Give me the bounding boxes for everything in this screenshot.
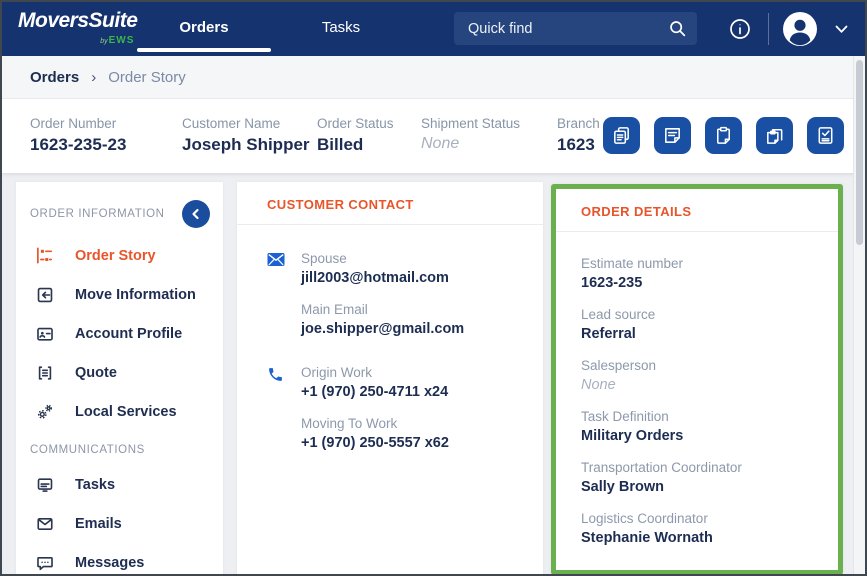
field-task-definition: Task Definition Military Orders	[581, 409, 828, 444]
tab-tasks-label: Tasks	[322, 19, 360, 36]
search-icon[interactable]	[668, 19, 687, 38]
customer-contact-panel: CUSTOMER CONTACT Spouse jill2003@hotmail…	[237, 182, 543, 576]
contact-entry-spouse: Spouse jill2003@hotmail.com	[301, 251, 464, 286]
sidebar-collapse-button[interactable]	[182, 200, 210, 228]
tasks-icon	[35, 475, 54, 494]
email-icon	[267, 251, 301, 353]
summary-order-number: Order Number 1623-235-23	[30, 116, 126, 155]
phone-icon	[267, 365, 301, 467]
sidebar-item-order-story[interactable]: Order Story	[16, 236, 223, 275]
contact-entry-moving-to-work: Moving To Work +1 (970) 250-5557 x62	[301, 416, 449, 451]
emails-icon	[35, 514, 54, 533]
origin-work-phone[interactable]: +1 (970) 250-4711 x24	[301, 384, 449, 400]
sidebar-item-emails[interactable]: Emails	[16, 504, 223, 543]
info-icon[interactable]	[729, 18, 751, 40]
copy-clipboard-icon[interactable]	[756, 117, 793, 154]
logo-byline: EWS	[109, 35, 135, 46]
sidebar-section-communications: COMMUNICATIONS	[30, 444, 145, 456]
breadcrumb-separator: ›	[91, 69, 96, 86]
avatar[interactable]	[783, 12, 817, 46]
quick-find-search	[454, 12, 697, 45]
sidebar-item-quote[interactable]: Quote	[16, 353, 223, 392]
email-contact-group: Spouse jill2003@hotmail.com Main Email j…	[267, 251, 543, 353]
sidebar-item-tasks[interactable]: Tasks	[16, 465, 223, 504]
messages-icon	[35, 553, 54, 572]
breadcrumb: Orders › Order Story	[2, 56, 865, 99]
contact-entry-main-email: Main Email joe.shipper@gmail.com	[301, 302, 464, 337]
field-transportation-coordinator: Transportation Coordinator Sally Brown	[581, 460, 828, 495]
customer-contact-title: CUSTOMER CONTACT	[267, 197, 414, 212]
order-summary-bar: Order Number 1623-235-23 Customer Name J…	[2, 99, 865, 173]
phone-contact-group: Origin Work +1 (970) 250-4711 x24 Moving…	[267, 365, 543, 467]
sidebar-item-move-information[interactable]: Move Information	[16, 275, 223, 314]
copy-order-icon[interactable]	[603, 117, 640, 154]
notes-icon[interactable]	[654, 117, 691, 154]
scrollbar-thumb[interactable]	[856, 60, 863, 245]
moving-to-work-phone[interactable]: +1 (970) 250-5557 x62	[301, 435, 449, 451]
breadcrumb-order-story: Order Story	[108, 69, 186, 86]
search-input[interactable]	[454, 12, 697, 45]
chevron-down-icon[interactable]	[835, 25, 848, 34]
sidebar-item-messages[interactable]: Messages	[16, 543, 223, 576]
logo-by: by	[100, 38, 107, 45]
breadcrumb-orders[interactable]: Orders	[30, 69, 79, 86]
field-lead-source: Lead source Referral	[581, 307, 828, 342]
summary-order-status: Order Status Billed	[317, 116, 394, 155]
summary-shipment-status: Shipment Status None	[421, 116, 520, 153]
account-profile-icon	[35, 324, 54, 343]
order-details-title: ORDER DETAILS	[581, 204, 691, 219]
main-email[interactable]: joe.shipper@gmail.com	[301, 321, 464, 337]
tab-tasks[interactable]: Tasks	[272, 2, 410, 56]
app-logo[interactable]: MoversSuite byEWS	[18, 9, 137, 48]
sidebar-order-navigation: ORDER INFORMATION Order Story	[16, 182, 223, 576]
spouse-email[interactable]: jill2003@hotmail.com	[301, 270, 464, 286]
clipboard-icon[interactable]	[705, 117, 742, 154]
sidebar-item-local-services[interactable]: Local Services	[16, 392, 223, 431]
active-tab-underline	[137, 48, 271, 52]
order-journal-check-icon[interactable]	[807, 117, 844, 154]
order-story-icon	[35, 246, 54, 265]
navbar-divider	[768, 13, 769, 45]
summary-branch: Branch 1623	[557, 116, 600, 155]
tab-orders[interactable]: Orders	[135, 2, 273, 56]
order-details-panel-highlighted: ORDER DETAILS Estimate number 1623-235 L…	[551, 184, 843, 575]
tab-orders-label: Orders	[179, 19, 228, 36]
top-navbar: MoversSuite byEWS Orders Tasks	[2, 2, 865, 56]
vertical-scrollbar[interactable]	[853, 56, 865, 574]
local-services-icon	[35, 402, 54, 421]
app-window: MoversSuite byEWS Orders Tasks	[0, 0, 867, 576]
field-salesperson: Salesperson None	[581, 358, 828, 393]
contact-entry-origin-work: Origin Work +1 (970) 250-4711 x24	[301, 365, 449, 400]
summary-customer-name: Customer Name Joseph Shipper	[182, 116, 310, 155]
field-logistics-coordinator: Logistics Coordinator Stephanie Wornath	[581, 511, 828, 546]
sidebar-section-order-information: ORDER INFORMATION	[30, 208, 165, 220]
quote-icon	[35, 363, 54, 382]
move-information-icon	[35, 285, 54, 304]
field-estimate-number: Estimate number 1623-235	[581, 256, 828, 291]
sidebar-item-account-profile[interactable]: Account Profile	[16, 314, 223, 353]
